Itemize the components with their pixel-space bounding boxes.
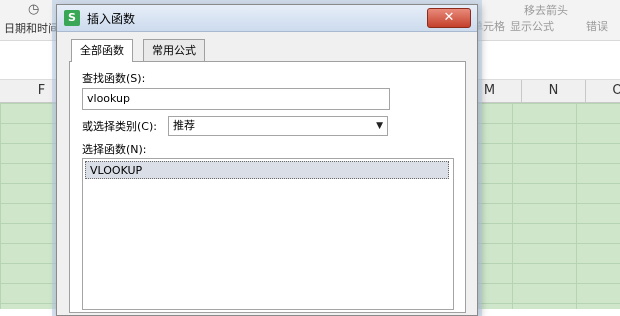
show-formula-button[interactable]: 显示公式 — [510, 18, 554, 34]
error-check-button[interactable]: 错误 — [586, 18, 608, 34]
dropdown-arrow-icon[interactable]: ▼ — [376, 117, 383, 135]
list-item-vlookup[interactable]: VLOOKUP — [85, 161, 449, 179]
app-logo-icon: S — [64, 10, 80, 26]
tab-common-formulas[interactable]: 常用公式 — [143, 39, 205, 61]
dialog-panel: 查找函数(S): 或选择类别(C): 推荐 ▼ 选择函数(N): VLOOKUP — [69, 61, 466, 313]
column-n[interactable]: N — [522, 80, 586, 102]
tab-all-functions[interactable]: 全部函数 — [71, 39, 133, 62]
category-value: 推荐 — [173, 119, 195, 132]
search-input[interactable] — [82, 88, 390, 110]
clock-icon[interactable]: ◷ — [28, 2, 39, 17]
category-label: 或选择类别(C): — [82, 120, 157, 133]
dialog-title: 插入函数 — [87, 12, 136, 26]
column-o[interactable]: O — [586, 80, 620, 102]
close-button[interactable]: ✕ — [427, 8, 471, 28]
search-label: 查找函数(S): — [82, 72, 146, 85]
datetime-button[interactable]: 日期和时间 — [4, 20, 59, 36]
insert-function-dialog: S 插入函数 ✕ 全部函数 常用公式 查找函数(S): 或选择类别(C): 推荐… — [56, 4, 478, 316]
function-list[interactable]: VLOOKUP — [82, 158, 454, 310]
remove-arrows-button[interactable]: 移去箭头 — [524, 2, 568, 18]
dialog-titlebar[interactable]: S 插入函数 ✕ — [57, 5, 477, 32]
select-function-label: 选择函数(N): — [82, 143, 147, 156]
category-select[interactable]: 推荐 ▼ — [168, 116, 388, 136]
